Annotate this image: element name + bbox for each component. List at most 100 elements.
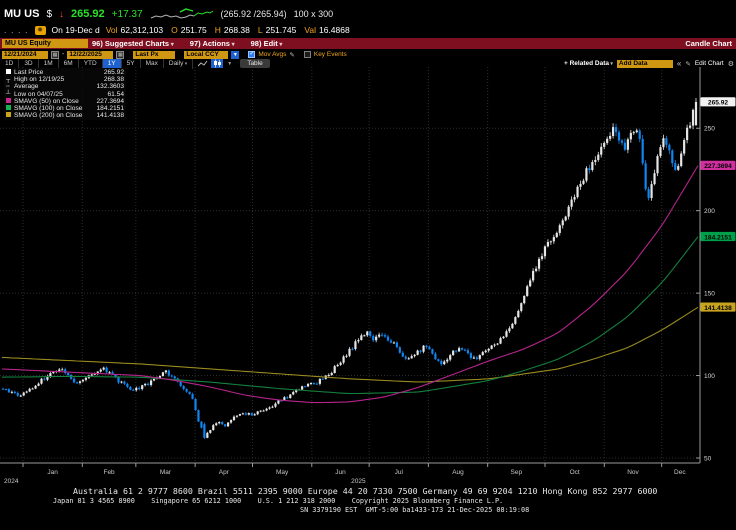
date-to-input[interactable] xyxy=(67,51,113,59)
ohlc-field-o: O251.75 xyxy=(171,25,207,35)
period-tab-5y[interactable]: 5Y xyxy=(122,59,141,68)
svg-text:Dec: Dec xyxy=(674,469,686,476)
chart-style-icons: ▼ xyxy=(197,59,234,68)
ohlc-field-h: H268.38 xyxy=(215,25,250,35)
edit-pencil-icon[interactable]: ✎ xyxy=(289,51,294,59)
chart-type-label: Candle Chart xyxy=(685,38,732,49)
drag-dots-icon: . . . . xyxy=(4,25,29,35)
footer-contact-line2: Japan 81 3 4565 8900 Singapore 65 6212 1… xyxy=(53,497,503,505)
security-input[interactable] xyxy=(2,39,88,48)
svg-text:May: May xyxy=(276,469,289,476)
ohlc-field-l: L251.745 xyxy=(258,25,296,35)
menubar-item-edit[interactable]: 98) Edit xyxy=(251,39,283,48)
legend-marker-sma50 xyxy=(6,98,14,105)
legend-row-low: ┴Low on 04/07/2561.54 xyxy=(6,91,124,98)
candle-chart-icon[interactable] xyxy=(211,59,223,68)
legend-row-sma50: SMAVG (50) on Close227.3694 xyxy=(6,98,124,105)
footer-session-info: SN 3379190 EST GMT-5:00 ba1433-173 21-De… xyxy=(300,506,529,514)
svg-text:Oct: Oct xyxy=(570,469,580,476)
period-tabs: 1D3D1M6MYTD1Y5YMaxDaily xyxy=(0,59,193,68)
security-header: MU US $ ↓ 265.92 +17.37 (265.92 /265.94)… xyxy=(4,6,333,22)
grid-layer xyxy=(0,67,700,463)
calendar-icon[interactable]: ▦ xyxy=(116,51,124,59)
mov-avgs-label: Mov Avgs xyxy=(258,51,286,58)
svg-text:184.2151: 184.2151 xyxy=(704,234,732,241)
svg-text:Jan: Jan xyxy=(47,469,58,476)
axes-layer: JanFebMarAprMayJunJulAugSepOctNovDec2024… xyxy=(0,67,715,485)
svg-text:Jul: Jul xyxy=(395,469,404,476)
chart-actions-right: + Related Data « ✎ Edit Chart ⚙ xyxy=(564,59,734,68)
svg-text:200: 200 xyxy=(704,208,715,215)
date-range-separator: - xyxy=(62,51,64,58)
svg-text:Aug: Aug xyxy=(452,469,464,476)
currency-select[interactable] xyxy=(184,51,228,59)
ohlc-field-vol: Vol62,312,103 xyxy=(106,25,163,35)
footer-contact-line1: Australia 61 2 9777 8600 Brazil 5511 239… xyxy=(73,486,657,496)
edit-chart-pencil-icon[interactable]: ✎ xyxy=(685,60,690,68)
legend-marker-high: ┬ xyxy=(6,77,14,83)
collapse-panel-icon[interactable]: « xyxy=(677,59,681,68)
table-button[interactable]: Table xyxy=(240,59,270,68)
add-data-input[interactable] xyxy=(617,60,673,68)
period-tab-1m[interactable]: 1M xyxy=(39,59,59,68)
menubar-items: 96) Suggested Charts 97) Actions 98) Edit xyxy=(92,38,282,49)
ohlc-fields: Vol62,312,103 O251.75 H268.38 L251.745 Val16… xyxy=(106,25,350,35)
legend-marker-sma200 xyxy=(6,112,14,119)
bid-ask-quote: (265.92 /265.94) xyxy=(221,9,287,19)
legend-row-sma100: SMAVG (100) on Close184.2151 xyxy=(6,105,124,112)
svg-text:250: 250 xyxy=(704,126,715,133)
period-tab-ytd[interactable]: YTD xyxy=(79,59,103,68)
day-stats-bar: . . . . ✹ On 19-Dec d Vol62,312,103 O251.… xyxy=(4,24,350,36)
alert-sun-icon[interactable]: ✹ xyxy=(35,26,46,35)
menubar-item-suggested-charts[interactable]: 96) Suggested Charts xyxy=(92,39,174,48)
svg-text:2025: 2025 xyxy=(351,478,366,485)
chevron-down-icon[interactable]: ▼ xyxy=(231,51,239,59)
svg-text:Apr: Apr xyxy=(219,469,230,476)
legend-row-high: ┬High on 12/19/25268.38 xyxy=(6,76,124,83)
edit-chart-label[interactable]: Edit Chart xyxy=(695,60,724,67)
svg-text:Mar: Mar xyxy=(160,469,172,476)
key-events-checkbox[interactable] xyxy=(304,51,311,58)
candles-layer xyxy=(2,98,697,439)
svg-text:100: 100 xyxy=(704,373,715,380)
svg-text:265.92: 265.92 xyxy=(708,100,729,107)
period-tab-3d[interactable]: 3D xyxy=(19,59,38,68)
last-price: 265.92 xyxy=(71,8,105,20)
line-chart-icon[interactable] xyxy=(197,59,209,68)
legend-marker-low: ┴ xyxy=(6,91,14,97)
price-field-select[interactable] xyxy=(133,51,175,59)
period-tab-max[interactable]: Max xyxy=(141,59,164,68)
related-data-menu[interactable]: + Related Data xyxy=(564,60,613,67)
mov-avgs-checkbox[interactable]: ✓ xyxy=(248,51,255,58)
lot-size: 100 x 300 xyxy=(294,9,334,19)
session-date: On 19-Dec d xyxy=(52,25,100,35)
frequency-select[interactable]: Daily xyxy=(164,59,193,69)
period-tab-1d[interactable]: 1D xyxy=(0,59,19,68)
currency-symbol: $ xyxy=(46,9,52,20)
date-from-input[interactable] xyxy=(2,51,48,59)
chart-settings-row: ▦ - ▦ ▼ ✓ Mov Avgs ✎ Key Events xyxy=(0,50,736,59)
price-change: +17.37 xyxy=(112,9,143,20)
legend-row-sma200: SMAVG (200) on Close141.4138 xyxy=(6,112,124,119)
legend-marker-avg: ╌ xyxy=(6,84,14,90)
legend-row-last: Last Price265.92 xyxy=(6,69,124,76)
period-tab-1y[interactable]: 1Y xyxy=(103,59,122,68)
legend-marker-last xyxy=(6,69,14,76)
legend-marker-sma100 xyxy=(6,105,14,112)
menubar-item-actions[interactable]: 97) Actions xyxy=(190,39,235,48)
ohlc-field-val: Val16.4868 xyxy=(304,25,349,35)
svg-text:150: 150 xyxy=(704,290,715,297)
function-menubar: 96) Suggested Charts97) Actions98) Edit … xyxy=(0,38,736,49)
svg-text:227.3694: 227.3694 xyxy=(704,163,732,170)
svg-text:Sep: Sep xyxy=(511,469,523,476)
calendar-icon[interactable]: ▦ xyxy=(51,51,59,59)
ticker-symbol: MU US xyxy=(4,8,39,20)
down-arrow-icon: ↓ xyxy=(59,9,64,20)
svg-text:Feb: Feb xyxy=(103,469,115,476)
period-tab-6m[interactable]: 6M xyxy=(59,59,79,68)
gear-icon[interactable]: ⚙ xyxy=(728,60,734,68)
svg-text:Jun: Jun xyxy=(335,469,346,476)
chart-legend: Last Price265.92┬High on 12/19/25268.38╌… xyxy=(4,68,126,120)
svg-text:50: 50 xyxy=(704,455,712,462)
chevron-down-icon[interactable]: ▼ xyxy=(227,61,232,67)
